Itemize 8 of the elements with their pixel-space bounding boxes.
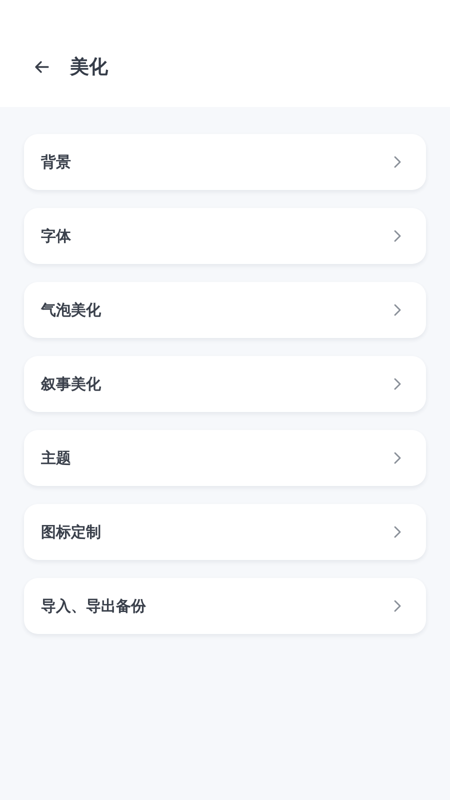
menu-item[interactable]: 字体 bbox=[24, 208, 426, 264]
menu-item[interactable]: 图标定制 bbox=[24, 504, 426, 560]
menu-item[interactable]: 背景 bbox=[24, 134, 426, 190]
menu-item[interactable]: 叙事美化 bbox=[24, 356, 426, 412]
page-title: 美化 bbox=[70, 54, 108, 80]
menu-item[interactable]: 气泡美化 bbox=[24, 282, 426, 338]
menu-item[interactable]: 导入、导出备份 bbox=[24, 578, 426, 634]
menu-item[interactable]: 主题 bbox=[24, 430, 426, 486]
